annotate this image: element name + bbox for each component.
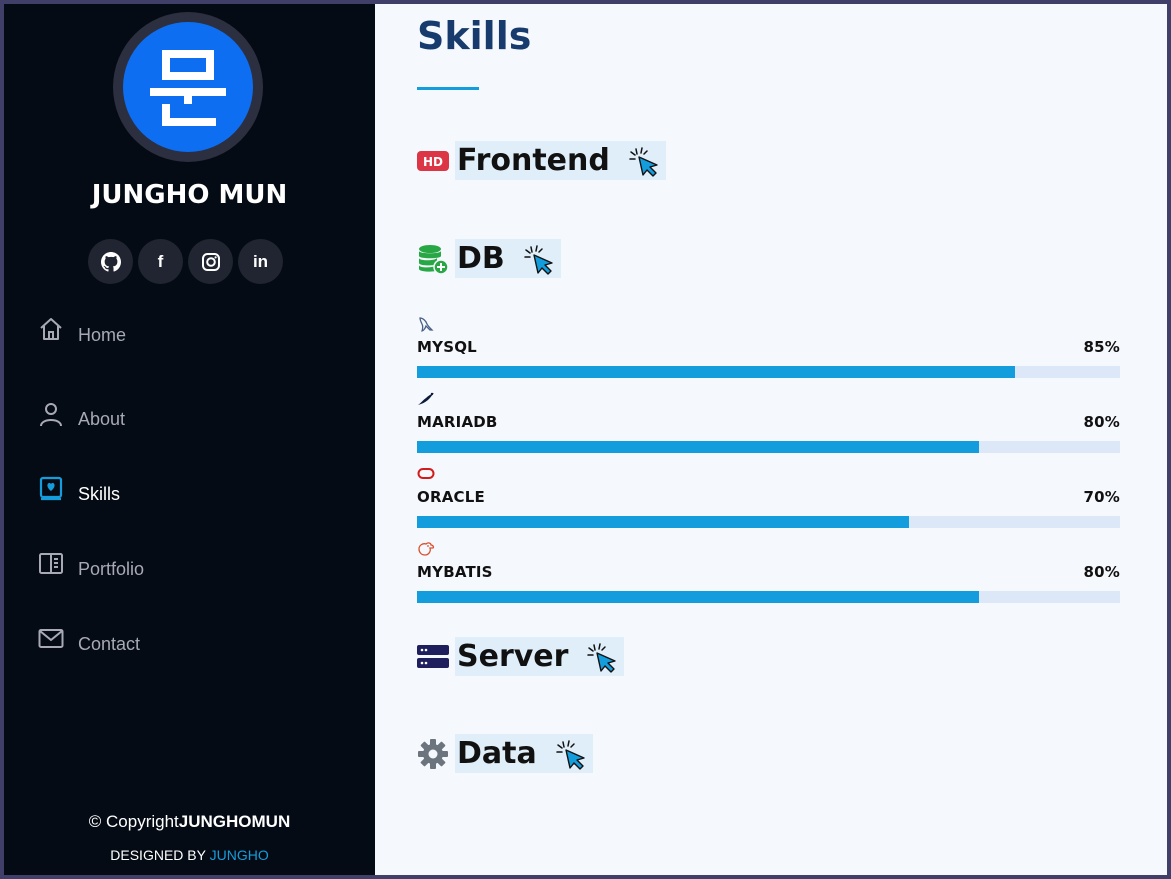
avatar-glyph-icon: [150, 50, 226, 126]
skill-percent: 85%: [1083, 338, 1120, 356]
app-window: JUNGHO MUN f in Home About Skills Portfo…: [4, 4, 1167, 875]
instagram-link[interactable]: [188, 239, 233, 284]
mybatis-bird-icon: [417, 541, 1120, 557]
category-frontend[interactable]: HD Frontend: [417, 141, 666, 180]
progress-bar: [417, 366, 1120, 378]
nav-label-contact: Contact: [78, 634, 141, 654]
skill-percent: 80%: [1083, 563, 1120, 581]
github-link[interactable]: [88, 239, 133, 284]
progress-fill: [417, 591, 980, 603]
category-name: Server: [457, 639, 569, 674]
person-icon: [38, 401, 78, 427]
avatar-ring: [113, 12, 263, 162]
designed-prefix: DESIGNED BY: [110, 847, 210, 863]
profile-name: JUNGHO MUN: [91, 180, 288, 210]
mariadb-seal-icon: [417, 391, 1120, 407]
progress-fill: [417, 516, 910, 528]
envelope-icon: [38, 626, 78, 652]
nav-label-home: Home: [78, 324, 127, 345]
nav-label-portfolio: Portfolio: [78, 559, 145, 579]
progress-bar: [417, 516, 1120, 528]
skill-oracle: ORACLE 70%: [417, 466, 1120, 528]
instagram-icon: [201, 252, 220, 271]
hd-icon: HD: [417, 143, 455, 179]
skill-row: ORACLE 70%: [417, 488, 1120, 506]
category-label: DB: [455, 239, 561, 278]
oracle-icon: [417, 466, 1120, 482]
svg-text:HD: HD: [423, 155, 443, 169]
section-title: Skills: [417, 14, 532, 58]
title-underline: [417, 87, 479, 90]
category-server[interactable]: Server: [417, 637, 625, 676]
nav-label-skills: Skills: [78, 484, 121, 504]
skills-book-icon: [38, 476, 78, 502]
category-label: Frontend: [455, 141, 666, 180]
github-icon: [100, 251, 121, 272]
nav-item-about[interactable]: About: [38, 382, 144, 457]
skill-percent: 70%: [1083, 488, 1120, 506]
category-name: Data: [457, 736, 537, 771]
social-links: f in: [88, 239, 283, 284]
database-icon: [417, 241, 455, 277]
category-name: Frontend: [457, 143, 610, 178]
linkedin-link[interactable]: in: [238, 239, 283, 284]
category-label: Data: [455, 734, 593, 773]
avatar[interactable]: [123, 22, 253, 152]
skill-mysql: MYSQL 85%: [417, 316, 1120, 378]
category-data[interactable]: Data: [417, 734, 593, 773]
click-pointer-icon: [586, 641, 620, 673]
skill-row: MARIADB 80%: [417, 413, 1120, 431]
progress-fill: [417, 441, 980, 453]
skill-row: MYBATIS 80%: [417, 563, 1120, 581]
sidebar-nav: Home About Skills Portfolio Contact: [38, 307, 144, 682]
skill-mariadb: MARIADB 80%: [417, 391, 1120, 453]
home-icon: [38, 316, 78, 342]
facebook-link[interactable]: f: [138, 239, 183, 284]
skill-percent: 80%: [1083, 413, 1120, 431]
footer-copyright: © CopyrightJUNGHOMUN: [4, 812, 375, 832]
click-pointer-icon: [523, 243, 557, 275]
copyright-prefix: © Copyright: [88, 812, 179, 831]
gear-icon: [417, 736, 455, 772]
facebook-icon: f: [157, 251, 164, 271]
nav-label-about: About: [78, 409, 126, 429]
skill-row: MYSQL 85%: [417, 338, 1120, 356]
linkedin-icon: in: [252, 251, 269, 271]
skill-name: MYSQL: [417, 338, 477, 356]
nav-item-contact[interactable]: Contact: [38, 607, 144, 682]
nav-item-portfolio[interactable]: Portfolio: [38, 532, 144, 607]
sidebar: JUNGHO MUN f in Home About Skills Portfo…: [4, 4, 375, 875]
server-icon: [417, 639, 455, 675]
designer-link[interactable]: JUNGHO: [210, 847, 269, 863]
footer-credits: DESIGNED BY JUNGHO: [4, 847, 375, 863]
category-name: DB: [457, 241, 505, 276]
skill-mybatis: MYBATIS 80%: [417, 541, 1120, 603]
progress-fill: [417, 366, 1015, 378]
mysql-dolphin-icon: [417, 316, 1120, 332]
click-pointer-icon: [555, 738, 589, 770]
skill-name: MARIADB: [417, 413, 498, 431]
nav-item-home[interactable]: Home: [38, 307, 144, 363]
skill-name: MYBATIS: [417, 563, 493, 581]
category-label: Server: [455, 637, 625, 676]
copyright-name: JUNGHOMUN: [178, 812, 291, 831]
portfolio-icon: [38, 551, 78, 577]
progress-bar: [417, 441, 1120, 453]
click-pointer-icon: [628, 145, 662, 177]
skills-section: Skills HD Frontend DB MYSQL 85% MARIADB …: [375, 4, 1167, 875]
category-db[interactable]: DB: [417, 239, 561, 278]
skill-name: ORACLE: [417, 488, 485, 506]
nav-item-skills[interactable]: Skills: [38, 457, 144, 532]
progress-bar: [417, 591, 1120, 603]
